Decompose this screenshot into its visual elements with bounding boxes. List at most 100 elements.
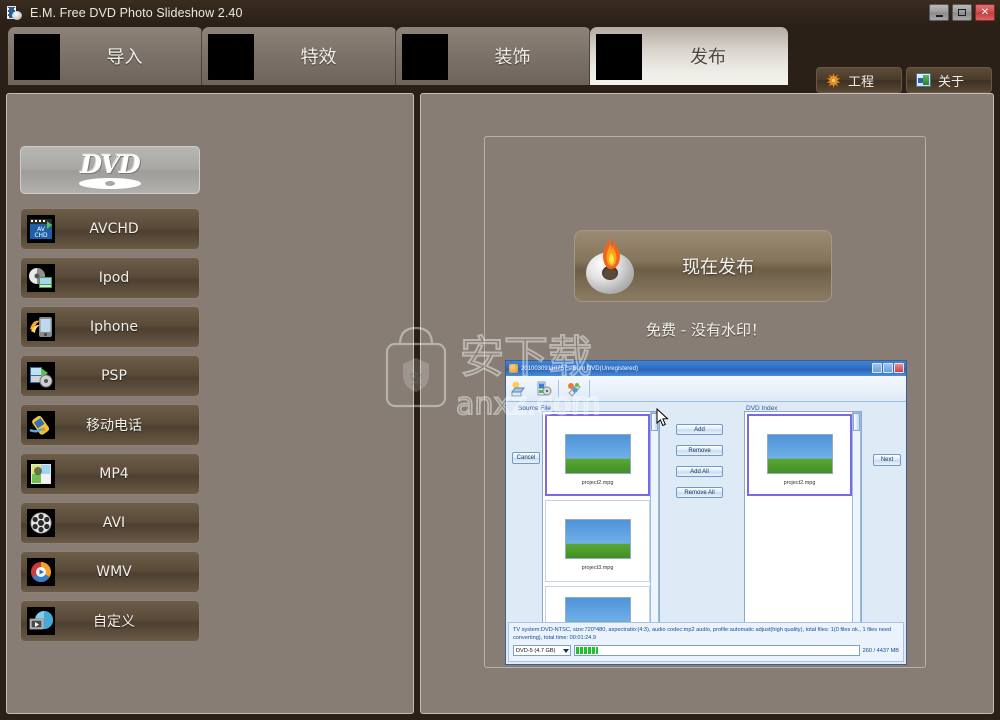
ipod-icon [27, 264, 55, 292]
preview-body: Source File Cancel project2.mpg project3… [506, 402, 906, 636]
format-avchd-label: AVCHD [89, 221, 139, 237]
format-avchd[interactable]: AV CHD AVCHD [20, 208, 200, 250]
title-bar: E.M. Free DVD Photo Slideshow 2.40 ✕ [0, 0, 1000, 25]
preview-close-icon [894, 363, 904, 373]
preview-burn-icon [534, 380, 552, 398]
iphone-icon [27, 313, 55, 341]
free-watermark-note: 免费 - 没有水印！ [646, 321, 766, 339]
format-panel: DVD AV CHD AVCHD Ipod Iphone PSP 移动电话 MP… [6, 93, 414, 714]
preview-status-bar: TV system:DVD-NTSC, size:720*480, aspect… [508, 622, 904, 662]
index-list-item[interactable]: project2.mpg [747, 414, 852, 496]
wmv-icon [27, 558, 55, 586]
preview-minimize-icon [872, 363, 882, 373]
preview-window-title: 20100309110757 - Burn DVD(Unregistered) [521, 365, 638, 372]
about-button[interactable]: 关于 [906, 67, 992, 93]
source-file-list[interactable]: project2.mpg project3.mpg [542, 411, 660, 631]
tab-import-label: 导入 [106, 47, 143, 68]
publish-inner-box: 现在发布 免费 - 没有水印！ 20100309110757 - Burn DV… [484, 136, 926, 668]
capacity-progress-bar [574, 645, 860, 657]
format-custom[interactable]: 自定义 [20, 600, 200, 642]
format-mobile[interactable]: 移动电话 [20, 404, 200, 446]
about-button-label: 关于 [938, 74, 965, 90]
source-list-scrollbar[interactable] [650, 412, 659, 630]
minimize-button[interactable] [929, 4, 949, 21]
format-dvd[interactable]: DVD [20, 146, 200, 194]
format-ipod-label: Ipod [98, 270, 130, 286]
preview-title-bar: 20100309110757 - Burn DVD(Unregistered) [506, 361, 906, 376]
chevron-down-icon [563, 649, 569, 654]
format-iphone-label: Iphone [90, 319, 138, 335]
burn-now-button[interactable]: 现在发布 [574, 230, 832, 302]
preview-cancel-button[interactable]: Cancel [512, 452, 540, 464]
preview-settings-icon [565, 380, 583, 398]
preview-window-controls [872, 363, 904, 373]
psp-icon [27, 362, 55, 390]
mobile-phone-icon [27, 411, 55, 439]
app-icon [7, 5, 23, 21]
burning-disc-icon [581, 236, 641, 296]
mp4-icon [27, 460, 55, 488]
dvd-index-scrollbar[interactable] [852, 412, 861, 630]
preview-toolbar [506, 376, 906, 402]
about-icon [916, 73, 931, 87]
publish-panel: 现在发布 免费 - 没有水印！ 20100309110757 - Burn DV… [420, 93, 994, 714]
source-list-item[interactable]: project3.mpg [545, 500, 650, 582]
tab-publish[interactable]: 发布 [590, 27, 788, 85]
tab-publish-icon [596, 34, 642, 80]
remove-button[interactable]: Remove [676, 445, 723, 456]
preview-screenshot: 20100309110757 - Burn DVD(Unregistered) [505, 360, 907, 665]
format-psp[interactable]: PSP [20, 355, 200, 397]
project-button-label: 工程 [848, 74, 875, 90]
tab-effects-label: 特效 [300, 47, 337, 68]
remove-all-button[interactable]: Remove All [676, 487, 723, 498]
tab-publish-label: 发布 [690, 47, 726, 68]
format-iphone[interactable]: Iphone [20, 306, 200, 348]
format-ipod[interactable]: Ipod [20, 257, 200, 299]
format-custom-label: 自定义 [93, 614, 135, 630]
format-avi-label: AVI [102, 515, 126, 531]
format-list: DVD AV CHD AVCHD Ipod Iphone PSP 移动电话 MP… [20, 146, 200, 649]
format-wmv[interactable]: WMV [20, 551, 200, 593]
format-dvd-label: DVD [80, 149, 140, 179]
custom-icon [27, 607, 55, 635]
dvd-index-list[interactable]: project2.mpg [744, 411, 862, 631]
svg-text:CHD: CHD [34, 232, 48, 239]
tab-effects-icon [208, 34, 254, 80]
avchd-icon: AV CHD [27, 215, 55, 243]
gear-icon [826, 72, 841, 88]
capacity-size-text: 260 / 4437 MB [862, 647, 899, 654]
preview-app-icon [509, 364, 518, 373]
avi-film-icon [27, 509, 55, 537]
add-all-button[interactable]: Add All [676, 466, 723, 477]
close-button[interactable]: ✕ [975, 4, 995, 21]
tab-decorate-icon [402, 34, 448, 80]
source-list-item[interactable]: project2.mpg [545, 414, 650, 496]
format-mp4[interactable]: MP4 [20, 453, 200, 495]
project-button[interactable]: 工程 [816, 67, 902, 93]
preview-maximize-icon [883, 363, 893, 373]
add-button[interactable]: Add [676, 424, 723, 435]
format-mobile-label: 移动电话 [86, 418, 142, 434]
tab-import[interactable]: 导入 [8, 27, 203, 85]
window-title: E.M. Free DVD Photo Slideshow 2.40 [30, 5, 243, 20]
window-controls: ✕ [929, 4, 995, 21]
tab-import-icon [14, 34, 60, 80]
tab-decorate-label: 装饰 [494, 47, 531, 68]
format-mp4-label: MP4 [99, 466, 129, 482]
tab-decorate[interactable]: 装饰 [396, 27, 591, 85]
disc-type-select[interactable]: DVD-5 (4.7 GB) [513, 645, 571, 657]
next-button[interactable]: Next [873, 454, 901, 466]
format-avi[interactable]: AVI [20, 502, 200, 544]
maximize-button[interactable] [952, 4, 972, 21]
tab-bar: 导入 特效 装饰 发布 工程 关于 [0, 25, 1000, 93]
preview-open-icon [510, 380, 528, 398]
top-right-toolbar: 工程 关于 [816, 67, 992, 93]
tab-effects[interactable]: 特效 [202, 27, 397, 85]
preview-status-text: TV system:DVD-NTSC, size:720*480, aspect… [513, 627, 892, 642]
dvd-logo-icon: DVD [79, 152, 141, 189]
close-icon: ✕ [980, 6, 990, 18]
format-wmv-label: WMV [96, 564, 132, 580]
burn-now-label: 现在发布 [682, 257, 754, 278]
format-psp-label: PSP [101, 368, 127, 384]
tab-strip: 导入 特效 装饰 发布 [8, 27, 788, 85]
